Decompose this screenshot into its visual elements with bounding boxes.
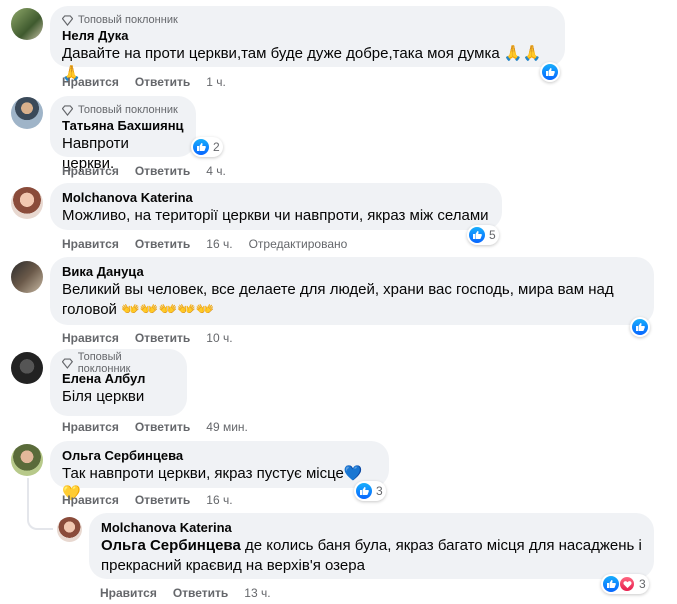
timestamp[interactable]: 4 ч. xyxy=(206,164,226,178)
comment-text-line: прекрасний краєвид на верхів'я озера xyxy=(101,557,365,574)
avatar[interactable] xyxy=(11,352,43,384)
comment-bubble: Molchanova Katerina Ольга Сербинцева де … xyxy=(89,513,654,579)
reaction-count[interactable]: 2 xyxy=(191,137,223,157)
top-fan-label: Топовый поклонник xyxy=(78,104,178,116)
like-icon xyxy=(542,64,558,80)
comment-author[interactable]: Ольга Сербинцева xyxy=(62,447,377,464)
comment-actions: Нравится Ответить 16 ч. Отредактировано xyxy=(62,237,363,251)
heart-icon xyxy=(619,576,635,592)
diamond-icon xyxy=(62,104,73,116)
reaction-count[interactable]: 3 xyxy=(354,481,386,501)
reaction-count[interactable]: 3 xyxy=(601,574,649,594)
avatar[interactable] xyxy=(11,187,43,219)
like-icon xyxy=(469,227,485,243)
comment-bubble: Топовый поклонник Неля Дука Давайте на п… xyxy=(50,6,565,82)
reply-thread-line xyxy=(27,478,53,530)
timestamp[interactable]: 1 ч. xyxy=(206,75,226,89)
reaction-count[interactable]: 5 xyxy=(467,225,499,245)
like-button[interactable]: Нравится xyxy=(100,586,157,600)
comment-text: де колись баня була, якраз багато місця … xyxy=(240,537,642,554)
top-fan-label: Топовый поклонник xyxy=(78,14,178,26)
timestamp[interactable]: 49 мин. xyxy=(206,420,248,434)
like-button[interactable]: Нравится xyxy=(62,237,119,251)
comment-text-line: головой 👐👐👐👐👐 xyxy=(62,301,215,318)
top-fan-badge: Топовый поклонник xyxy=(62,103,184,117)
comment-bubble: Вика Дануца Великий вы человек, все дела… xyxy=(50,257,654,325)
timestamp[interactable]: 13 ч. xyxy=(244,586,270,600)
avatar[interactable] xyxy=(11,8,43,40)
comment-text-line: Ольга Сербинцева де колись баня була, як… xyxy=(101,536,642,556)
comment-text-line: Великий вы человек, все делаете для люде… xyxy=(62,281,614,298)
like-icon xyxy=(632,319,648,335)
reply-button[interactable]: Ответить xyxy=(173,586,228,600)
timestamp[interactable]: 10 ч. xyxy=(206,331,232,345)
avatar[interactable] xyxy=(11,444,43,476)
like-button[interactable]: Нравится xyxy=(62,331,119,345)
diamond-icon xyxy=(62,14,73,26)
comment-actions: Нравится Ответить 1 ч. xyxy=(62,75,242,89)
diamond-icon xyxy=(62,357,73,369)
comment-author[interactable]: Неля Дука xyxy=(62,27,553,44)
comment-actions: Нравится Ответить 13 ч. xyxy=(100,586,287,600)
timestamp[interactable]: 16 ч. xyxy=(206,493,232,507)
like-icon xyxy=(603,576,619,592)
like-button[interactable]: Нравится xyxy=(62,164,119,178)
like-button[interactable]: Нравится xyxy=(62,420,119,434)
like-button[interactable]: Нравится xyxy=(62,493,119,507)
comment-author[interactable]: Molchanova Katerina xyxy=(62,189,490,206)
like-button[interactable]: Нравится xyxy=(62,75,119,89)
top-fan-badge: Топовый поклонник xyxy=(62,13,553,27)
comment-text: Біля церкви xyxy=(62,388,145,405)
reaction-count[interactable] xyxy=(540,62,560,82)
comment-actions: Нравится Ответить 16 ч. xyxy=(62,493,249,507)
avatar[interactable] xyxy=(11,261,43,293)
reaction-count[interactable] xyxy=(630,317,650,337)
reply-button[interactable]: Ответить xyxy=(135,164,190,178)
comment-bubble: Ольга Сербинцева Так навпроти церкви, як… xyxy=(50,441,389,502)
comment-actions: Нравится Ответить 49 мин. xyxy=(62,420,264,434)
comment-bubble: Топовый поклонник Елена Албул Біля церкв… xyxy=(50,349,187,416)
reply-button[interactable]: Ответить xyxy=(135,420,190,434)
avatar[interactable] xyxy=(57,517,82,542)
top-fan-badge: Топовый поклонник xyxy=(62,351,175,375)
reaction-number: 5 xyxy=(489,228,496,242)
reaction-number: 3 xyxy=(376,484,383,498)
reply-button[interactable]: Ответить xyxy=(135,75,190,89)
comment-bubble: Топовый поклонник Татьяна Бахшиянц Навпр… xyxy=(50,96,196,172)
reply-button[interactable]: Ответить xyxy=(135,331,190,345)
comment-actions: Нравится Ответить 10 ч. xyxy=(62,331,249,345)
comment-author[interactable]: Татьяна Бахшиянц xyxy=(62,117,184,134)
avatar[interactable] xyxy=(11,97,43,129)
mention-link[interactable]: Ольга Сербинцева xyxy=(101,537,241,554)
comment-bubble: Molchanova Katerina Можливо, на територі… xyxy=(50,183,502,230)
comment-actions: Нравится Ответить 4 ч. xyxy=(62,164,242,178)
reaction-number: 2 xyxy=(213,140,220,154)
reply-button[interactable]: Ответить xyxy=(135,237,190,251)
like-icon xyxy=(193,139,209,155)
comment-author[interactable]: Вика Дануца xyxy=(62,263,642,280)
timestamp[interactable]: 16 ч. xyxy=(206,237,232,251)
comment-text: Можливо, на території церкви чи навпроти… xyxy=(62,207,489,224)
reply-button[interactable]: Ответить xyxy=(135,493,190,507)
edited-label[interactable]: Отредактировано xyxy=(249,237,348,251)
comment-author[interactable]: Molchanova Katerina xyxy=(101,519,642,536)
reaction-number: 3 xyxy=(639,577,646,591)
like-icon xyxy=(356,483,372,499)
